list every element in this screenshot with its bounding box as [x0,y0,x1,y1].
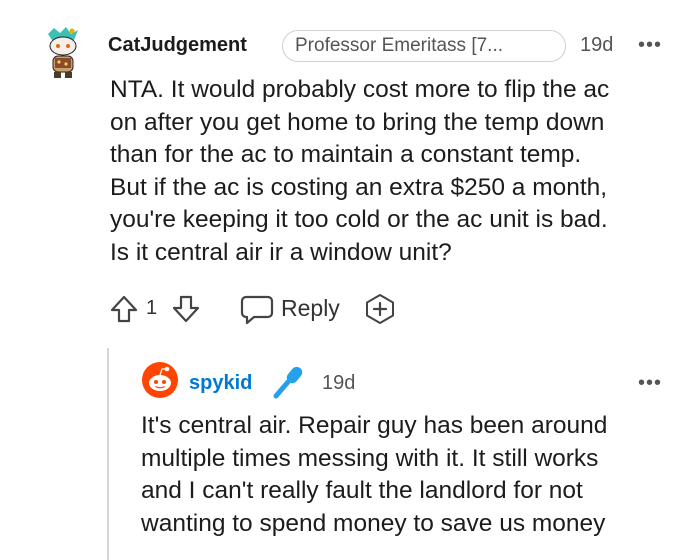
microphone-icon [273,366,303,399]
comment-body: NTA. It would probably cost more to flip… [110,76,610,266]
more-options-icon[interactable]: ••• [638,35,662,55]
thread-line[interactable] [107,348,109,560]
upvote-icon[interactable] [110,294,138,324]
user-flair: Professor Emeritass [7... [282,30,566,62]
downvote-icon[interactable] [172,294,200,324]
comment-username[interactable]: CatJudgement [108,34,247,57]
award-plus-icon[interactable] [364,293,396,325]
comment-timestamp: 19d [580,34,614,56]
snoo-avatar-icon[interactable] [38,24,88,80]
more-options-icon[interactable]: ••• [638,373,662,393]
vote-count: 1 [146,297,158,319]
reply-username[interactable]: spykid [189,372,252,395]
reply-bubble-icon[interactable] [240,293,274,325]
reply-body: It's central air. Repair guy has been ar… [141,412,608,537]
reply-button[interactable]: Reply [281,295,340,322]
snoo-avatar-icon[interactable] [140,360,180,400]
reply-timestamp: 19d [322,372,356,394]
